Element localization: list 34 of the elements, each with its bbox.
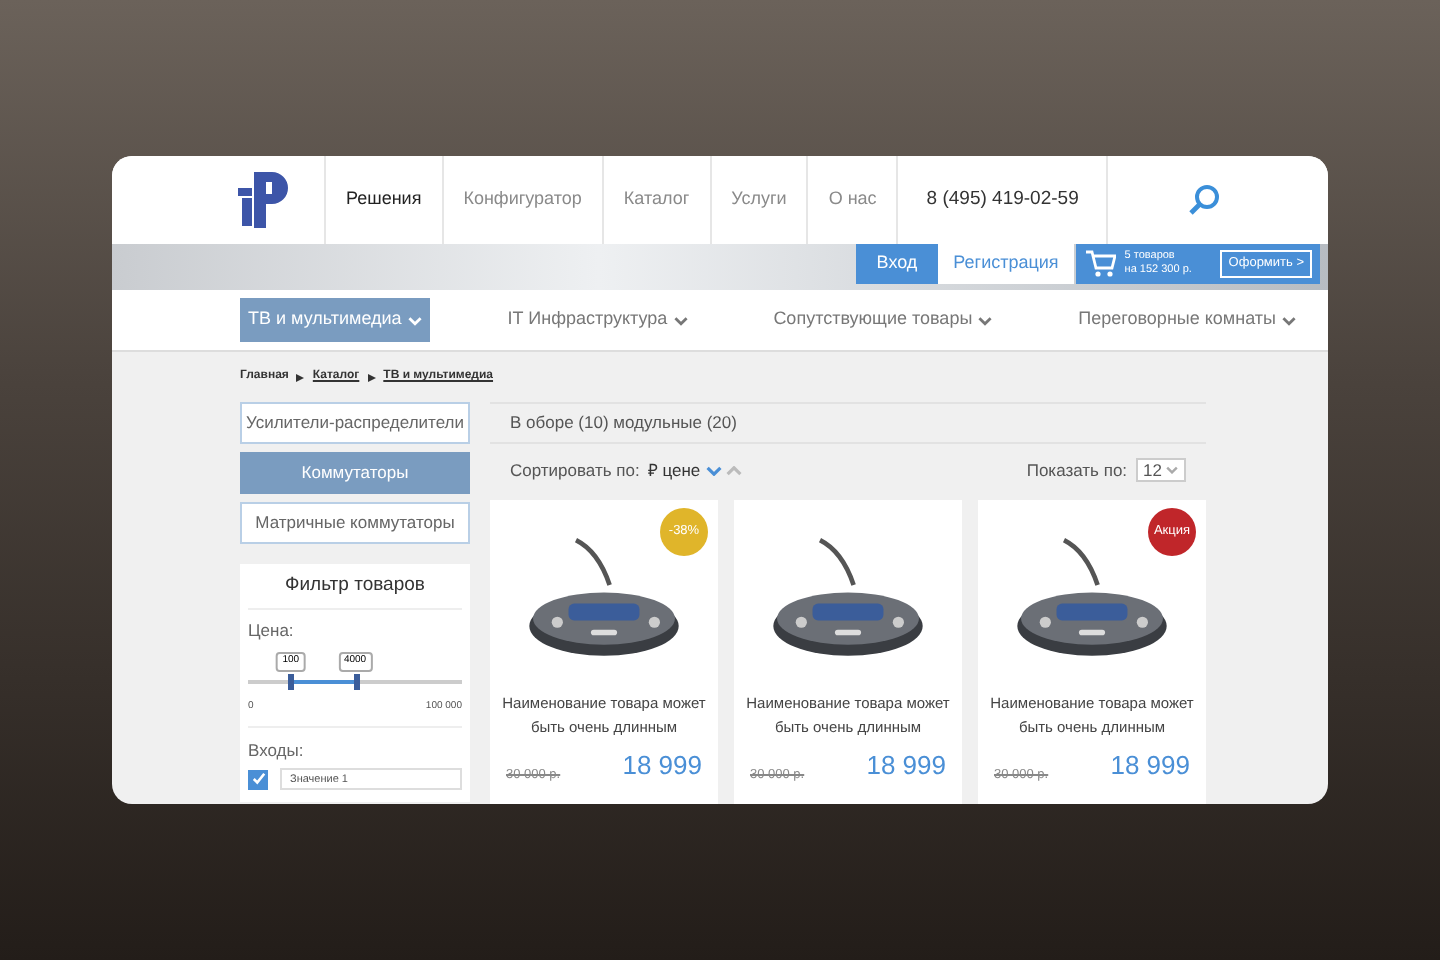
subcategory-button[interactable]: Усилители-распределители (240, 402, 470, 444)
show-label: Показать по: (1026, 457, 1128, 483)
triangle-icon (296, 373, 305, 381)
sort-link[interactable]: ₽ цене (647, 457, 701, 483)
checkbox[interactable] (248, 769, 268, 790)
chevron-down-icon (673, 315, 688, 325)
content-heading: В оборе (10) модульные (20) (510, 410, 737, 436)
chevron-down-icon (1166, 466, 1178, 474)
sort-desc-icon[interactable] (706, 465, 723, 475)
triangle-icon (367, 373, 376, 381)
subcategory-button[interactable]: Матричные коммутаторы (240, 502, 470, 544)
sort-label: Сортировать по: (510, 457, 640, 483)
product-price: 18 999 (1110, 748, 1190, 784)
product-price: 18 999 (866, 748, 946, 784)
chevron-down-icon (1281, 315, 1296, 325)
category-tab[interactable]: IT Инфраструктура (499, 298, 696, 342)
inputs-label: Входы: (248, 737, 306, 763)
filter-title: Фильтр товаров (248, 572, 462, 611)
category-tab[interactable]: Сопутствующие товары (765, 298, 1001, 342)
register-button[interactable]: Регистрация (937, 244, 1075, 284)
logo-icon (232, 168, 292, 232)
login-button[interactable]: Вход (856, 244, 938, 284)
page-size-select[interactable]: 12 (1135, 458, 1186, 482)
range-thumb[interactable] (353, 674, 359, 690)
checkmark-icon (251, 772, 265, 787)
cart-icon[interactable] (1084, 250, 1117, 278)
range-thumb[interactable] (288, 674, 295, 690)
price-label: Цена: (248, 618, 296, 644)
category-tab[interactable]: Переговорные комнаты (1070, 298, 1304, 342)
chevron-down-icon (407, 315, 422, 325)
chevron-down-icon (978, 315, 993, 325)
product-price: 18 999 (622, 748, 702, 784)
chevron-down-icon (706, 465, 723, 475)
search-icon[interactable] (1188, 184, 1221, 216)
